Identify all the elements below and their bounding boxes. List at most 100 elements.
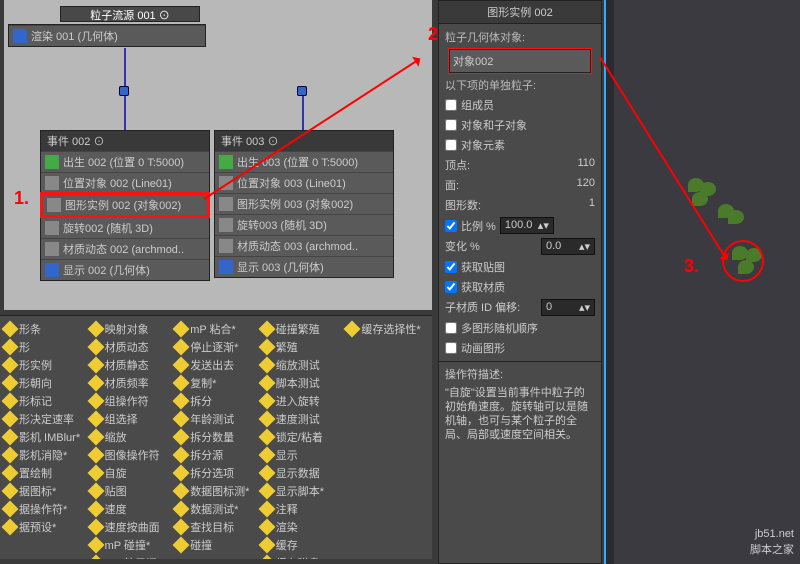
operator-icon [87,357,104,374]
operator-item[interactable]: 形朝向 [2,374,88,392]
render-icon [13,29,27,43]
operator-item[interactable]: 置绘制 [2,464,88,482]
conn-dot[interactable] [119,86,129,96]
operator-item[interactable]: 形标记 [2,392,88,410]
operator-item[interactable]: 据图标* [2,482,88,500]
operator-item[interactable]: 速度按曲面 [88,518,174,536]
desc-text: "自旋"设置当前事件中粒子的初始角速度。旋转轴可以是随机轴，也可与某个粒子的全局… [445,386,595,442]
chk-group-member[interactable]: 组成员 [445,95,595,115]
operator-item[interactable]: 速度 [88,500,174,518]
operator-icon [258,411,275,428]
chk-anim-shape[interactable]: 动画图形 [445,338,595,358]
operator-item[interactable]: mP 粒子间* [88,554,174,559]
operator-item[interactable]: 拆分 [173,392,259,410]
operator-icon [258,393,275,410]
operator-item[interactable]: 映射对象 [88,320,174,338]
operator-icon [87,375,104,392]
operator-item[interactable]: 进入旋转 [259,392,345,410]
operator-icon [258,555,275,559]
operator-icon [173,447,190,464]
operator-item[interactable]: 缩放测试 [259,356,345,374]
operator-item[interactable]: 据操作符* [2,500,88,518]
operator-icon [258,501,275,518]
scale-spinner[interactable]: 100.0▴▾ [500,217,554,234]
operator-icon [2,321,19,338]
operators-palette[interactable]: 形条形形实例形朝向形标记形决定速率影机 IMBlur*影机消隐*置绘制据图标*据… [0,315,432,559]
operator-item[interactable]: 形实例 [2,356,88,374]
operator-item[interactable]: 影机消隐* [2,446,88,464]
chk-obj-elem[interactable]: 对象元素 [445,135,595,155]
operator-item[interactable]: 组选择 [88,410,174,428]
operator-item[interactable]: 查找目标 [173,518,259,536]
source-header[interactable]: 粒子流源 001 ⊙ [60,6,200,22]
operator-icon [87,321,104,338]
operator-item[interactable]: 显示 [259,446,345,464]
conn-dot[interactable] [297,86,307,96]
operator-item[interactable]: 注释 [259,500,345,518]
operator-item[interactable]: 缓存 [259,536,345,554]
operator-item[interactable]: 速度测试 [259,410,345,428]
operator-item[interactable]: 发送出去 [173,356,259,374]
operator-item[interactable]: 停止逐渐* [173,338,259,356]
operator-item[interactable]: 数据测试* [173,500,259,518]
operator-item[interactable]: 形条 [2,320,88,338]
operator-icon [258,357,275,374]
operator-item[interactable]: 年龄测试 [173,410,259,428]
operator-item[interactable]: 图像操作符 [88,446,174,464]
object-pick-button[interactable]: 对象002 [449,49,591,73]
operator-item[interactable]: 拆分源 [173,446,259,464]
operator-item[interactable]: 材质动态 [88,338,174,356]
event-002-box[interactable]: 事件 002 ⊙ 出生 002 (位置 0 T:5000) 位置对象 002 (… [40,130,210,281]
operator-item[interactable]: 碰撞繁殖 [259,320,345,338]
operator-item[interactable]: 缓存选择性* [344,320,430,338]
chk-obj-child[interactable]: 对象和子对象 [445,115,595,135]
event-002-title[interactable]: 事件 002 ⊙ [41,131,209,151]
operator-icon [173,393,190,410]
operator-icon [344,321,361,338]
rollout-panel: 图形实例 002 粒子几何体对象: 对象002 以下项的单独粒子: 组成员 对象… [438,0,602,564]
operator-item[interactable]: 形决定速率 [2,410,88,428]
operator-item[interactable]: 显示数据 [259,464,345,482]
operator-item[interactable]: 组操作符 [88,392,174,410]
mat-icon [45,242,59,256]
operator-item[interactable]: 材质静态 [88,356,174,374]
operator-item[interactable]: 碰撞 [173,536,259,554]
operator-item[interactable]: 显示脚本* [259,482,345,500]
variation-spinner[interactable]: 0.0▴▾ [541,238,595,255]
desc-title: 操作符描述: [445,368,595,382]
chk-multi-random[interactable]: 多图形随机顺序 [445,318,595,338]
operator-item[interactable]: 缩放 [88,428,174,446]
operator-item[interactable]: mP 碰撞* [88,536,174,554]
operator-item[interactable]: 影机 IMBlur* [2,428,88,446]
operator-icon [2,429,19,446]
operator-item[interactable]: 形 [2,338,88,356]
shape-instance-002-row[interactable]: 图形实例 002 (对象002) [41,193,209,217]
operator-item[interactable]: 贴图 [88,482,174,500]
event-003-box[interactable]: 事件 003 ⊙ 出生 003 (位置 0 T:5000) 位置对象 003 (… [214,130,394,278]
chk-get-mat[interactable]: 获取材质 [445,277,595,297]
operator-item[interactable]: 渲染 [259,518,345,536]
operator-item[interactable]: 拆分选项 [173,464,259,482]
operator-icon [258,321,275,338]
source-box[interactable]: 渲染 001 (几何体) [8,24,206,47]
operator-icon [173,339,190,356]
operator-item[interactable]: 复制* [173,374,259,392]
pos-icon [45,176,59,190]
operator-item[interactable]: 锁定/粘着 [259,428,345,446]
operator-item[interactable]: 自旋 [88,464,174,482]
flow-canvas[interactable]: 粒子流源 001 ⊙ 渲染 001 (几何体) 事件 002 ⊙ 出生 002 … [4,0,432,310]
viewport[interactable] [604,0,800,564]
submat-spinner[interactable]: 0▴▾ [541,299,595,316]
operator-item[interactable]: 繁殖 [259,338,345,356]
operator-item[interactable]: 数据图标测* [173,482,259,500]
operator-icon [173,537,190,554]
operator-item[interactable]: 据预设* [2,518,88,536]
viewport-inner[interactable] [614,0,800,564]
operator-item[interactable]: 材质频率 [88,374,174,392]
operator-item[interactable]: 缓存磁盘 [259,554,345,559]
operator-item[interactable]: 拆分数量 [173,428,259,446]
operator-item[interactable]: 脚本测试 [259,374,345,392]
chk-get-map[interactable]: 获取贴图 [445,257,595,277]
operator-item[interactable]: mP 粘合* [173,320,259,338]
scale-row[interactable]: 比例 %100.0▴▾ [445,215,595,236]
